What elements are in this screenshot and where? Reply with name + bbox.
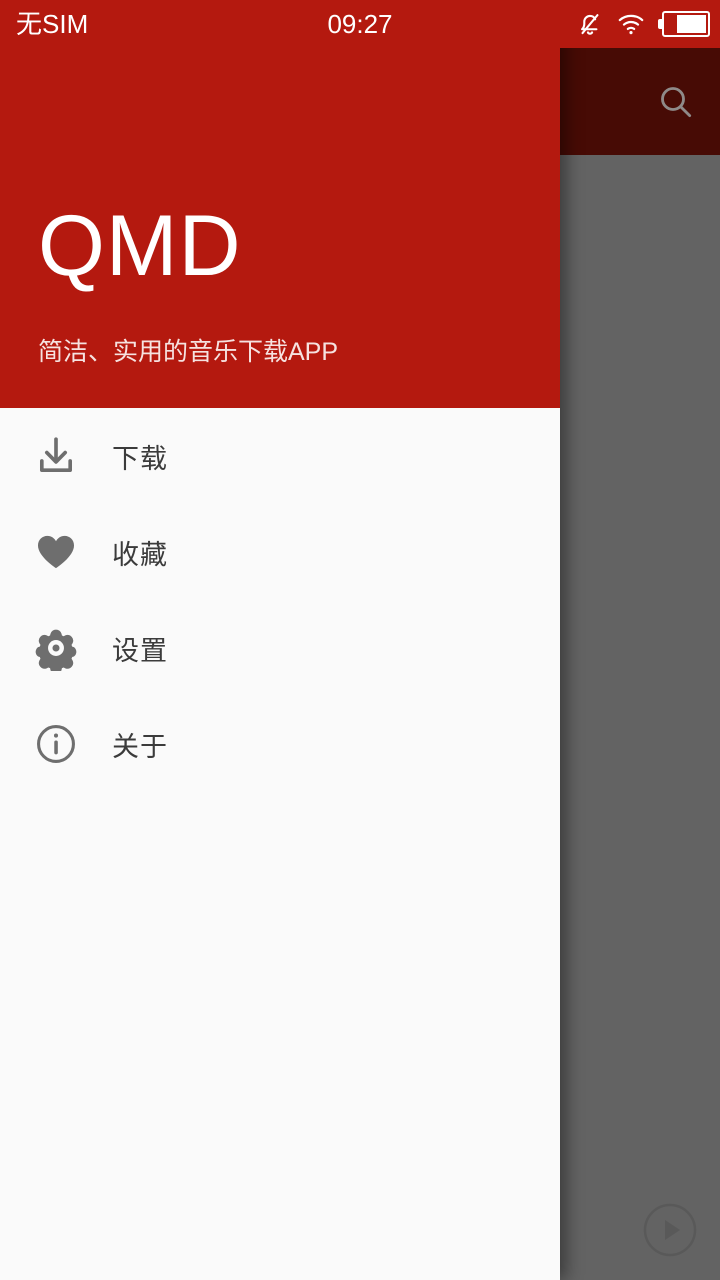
menu-item-label: 收藏 — [112, 539, 168, 570]
search-button[interactable] — [648, 74, 704, 130]
phone-screen: QMD 简洁、实用的音乐下载APP 下载 收藏 设置 关于 无SIM 09:27 — [0, 0, 720, 1280]
navigation-drawer: QMD 简洁、实用的音乐下载APP 下载 收藏 设置 关于 — [0, 0, 560, 1280]
bell-muted-icon — [576, 10, 604, 38]
menu-item-label: 下载 — [112, 443, 168, 474]
menu-item-about[interactable]: 关于 — [0, 696, 560, 792]
menu-item-label: 关于 — [112, 731, 168, 762]
menu-item-settings[interactable]: 设置 — [0, 600, 560, 696]
battery-fill — [677, 15, 706, 33]
menu-item-favorites[interactable]: 收藏 — [0, 504, 560, 600]
menu-item-label: 设置 — [112, 635, 168, 666]
app-tagline: 简洁、实用的音乐下载APP — [38, 338, 339, 366]
drawer-menu-list: 下载 收藏 设置 关于 — [0, 408, 560, 792]
app-logo-title: QMD — [38, 198, 242, 294]
heart-icon — [0, 529, 112, 575]
status-bar: 无SIM 09:27 — [0, 0, 720, 48]
play-button[interactable] — [642, 1202, 698, 1258]
drawer-header: QMD 简洁、实用的音乐下载APP — [0, 0, 560, 408]
info-circle-icon — [0, 721, 112, 767]
play-icon — [642, 1202, 698, 1258]
search-icon — [656, 82, 696, 122]
wifi-icon — [616, 10, 646, 38]
menu-item-downloads[interactable]: 下载 — [0, 408, 560, 504]
gear-icon — [0, 625, 112, 671]
battery-icon — [658, 11, 710, 37]
status-icon-group — [576, 0, 710, 48]
download-icon — [0, 433, 112, 479]
